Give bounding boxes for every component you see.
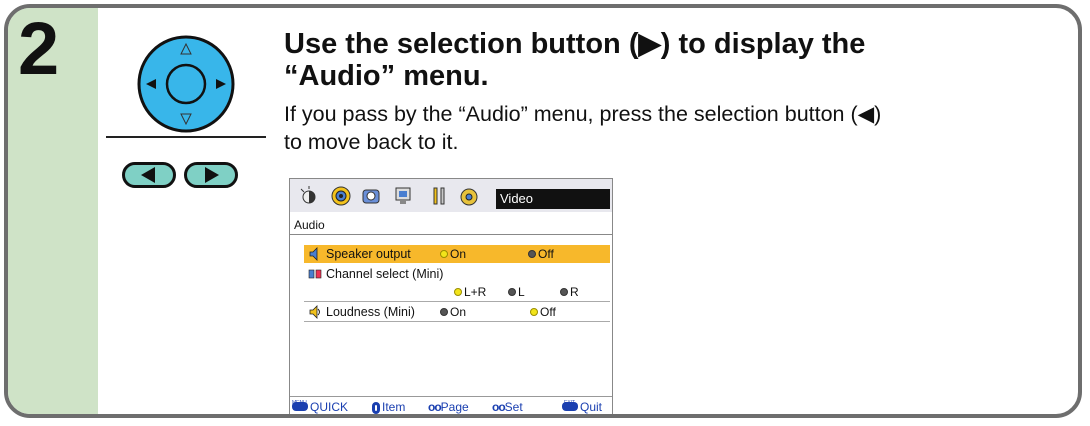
option-on[interactable]: On [440, 303, 466, 321]
menu-title: Video [496, 189, 610, 209]
timer-icon [362, 189, 380, 204]
picture-icon [300, 186, 316, 204]
step-column: 2 [8, 8, 98, 414]
lock-icon [460, 188, 478, 206]
tv-menu-screenshot: Video Audio Speaker output On Off Channe… [289, 178, 613, 414]
body-line-2: to move back to it. [284, 130, 459, 154]
quit-hint: EXIT Quit [562, 397, 602, 414]
item-hint: Item [372, 397, 405, 414]
speaker-icon [309, 247, 318, 261]
body-line-1: If you pass by the “Audio” menu, press t… [284, 102, 882, 126]
radio-on-icon [440, 249, 448, 258]
heading-line-1: Use the selection button (▶) to display … [284, 28, 866, 60]
exit-key-label: EXIT [564, 400, 576, 406]
divider [106, 136, 266, 138]
speaker-output-row[interactable]: Speaker output On Off [304, 245, 610, 263]
step-number: 2 [18, 7, 60, 90]
row-divider [304, 301, 610, 302]
channel-select-row[interactable]: Channel select (Mini) [304, 265, 610, 283]
row-label: Speaker output [326, 247, 411, 261]
leftright-key-icon: oo [492, 400, 506, 414]
menu-footer: MENU QUICK Item ooPage ooSet EXIT Quit [290, 396, 612, 414]
radio-off-icon [508, 287, 516, 296]
quick-hint: MENU QUICK [292, 397, 348, 414]
radio-off-icon [560, 287, 568, 296]
remote-dpad-illustration [137, 35, 235, 133]
loudness-row[interactable]: Loudness (Mini) On Off [304, 303, 610, 321]
heading-line-2: “Audio” menu. [284, 60, 489, 92]
channel-select-options: L+R L R [304, 283, 610, 301]
leftright-key-icon: oo [428, 400, 442, 414]
option-l[interactable]: L [508, 283, 525, 301]
option-off[interactable]: Off [530, 303, 556, 321]
row-divider [304, 321, 610, 322]
radio-off-icon [440, 307, 448, 316]
menu-icon-bar: Video [290, 179, 612, 212]
page-hint: ooPage [428, 400, 469, 414]
set-hint: ooSet [492, 400, 523, 414]
step-panel: 2 Use the selection button (▶) to displa… [4, 4, 1082, 418]
updown-key-icon [372, 401, 380, 414]
loudness-icon [309, 305, 320, 319]
row-label: Channel select (Mini) [326, 267, 444, 281]
option-off[interactable]: Off [528, 245, 554, 263]
instruction-heading: Use the selection button (▶) to display … [284, 28, 1044, 92]
audio-icon [331, 186, 351, 206]
radio-on-icon [454, 287, 462, 296]
setup-icon [395, 187, 411, 204]
tools-icon [433, 187, 445, 205]
option-r[interactable]: R [560, 283, 579, 301]
radio-off-icon [528, 249, 536, 258]
left-button-icon [122, 162, 176, 188]
right-button-icon [184, 162, 238, 188]
radio-on-icon [530, 307, 538, 316]
instruction-body: If you pass by the “Audio” menu, press t… [284, 100, 1074, 156]
option-on[interactable]: On [440, 245, 466, 263]
option-lr[interactable]: L+R [454, 283, 486, 301]
channel-icon [308, 269, 322, 279]
row-label: Loudness (Mini) [326, 305, 415, 319]
menu-name: Audio [290, 215, 612, 235]
menu-key-label: MENU [292, 400, 307, 406]
